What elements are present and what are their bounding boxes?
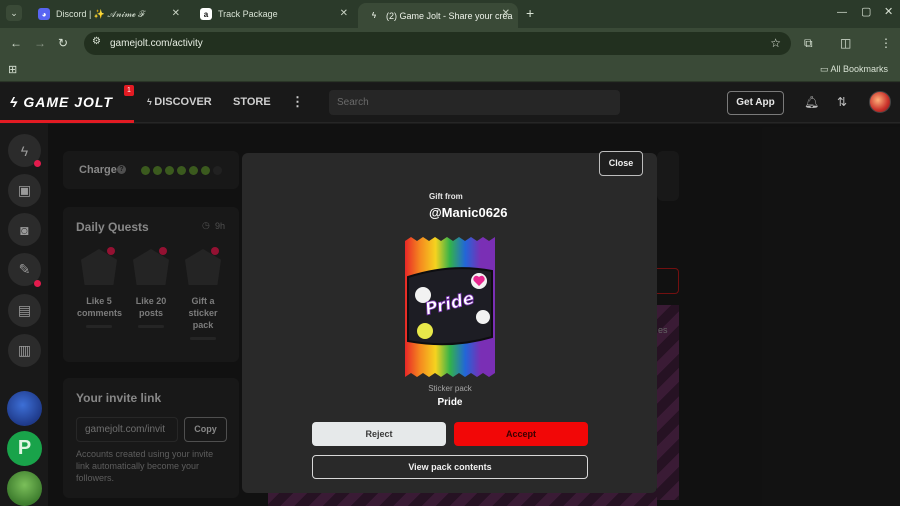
active-indicator: [0, 120, 134, 123]
nav-discover-label: DISCOVER: [154, 96, 212, 108]
tab-title: (2) Game Jolt - Share your crea: [386, 10, 513, 21]
tab-title: Track Package: [218, 9, 278, 19]
unread-dot: [34, 160, 41, 167]
close-window-icon[interactable]: ✕: [884, 5, 893, 19]
gamejolt-logo[interactable]: ϟ GAME JOLT: [10, 94, 113, 110]
notifications-bell-icon[interactable]: 🔔︎: [804, 95, 819, 109]
get-app-button[interactable]: Get App: [727, 91, 784, 115]
gamejolt-icon: ϟ: [371, 11, 377, 20]
close-tab-icon[interactable]: ✕: [502, 8, 510, 19]
gift-sender[interactable]: @Manic0626: [429, 205, 507, 220]
accept-button[interactable]: Accept: [454, 422, 588, 446]
rail-backpack-icon[interactable]: ◙: [8, 213, 41, 246]
bookmark-star-icon[interactable]: ☆: [770, 36, 781, 50]
amazon-icon: a: [200, 8, 212, 20]
pack-name: Pride: [437, 397, 463, 408]
tab-game-jolt[interactable]: ϟ (2) Game Jolt - Share your crea ✕: [358, 3, 518, 28]
rail-library-icon[interactable]: ▥: [8, 334, 41, 367]
close-tab-icon[interactable]: ✕: [172, 8, 180, 19]
close-button[interactable]: Close: [599, 151, 643, 176]
all-bookmarks[interactable]: ▭ All Bookmarks: [820, 64, 888, 75]
folder-icon: ▭: [820, 64, 829, 74]
friend-requests-icon[interactable]: ⇅: [837, 95, 847, 109]
tab-title: Discord | ✨ 𝒜𝓃𝒾𝓂ℯ ℱ: [56, 8, 145, 19]
browser-menu-icon[interactable]: ⋮: [880, 36, 892, 50]
bolt-icon: ϟ: [10, 94, 24, 110]
all-bookmarks-label: All Bookmarks: [830, 64, 889, 74]
search-input[interactable]: Search: [329, 90, 620, 115]
reject-button[interactable]: Reject: [312, 422, 446, 446]
new-tab-button[interactable]: +: [526, 6, 534, 20]
sidepanel-icon[interactable]: ◫: [840, 36, 851, 50]
nav-more-icon[interactable]: ⋮: [291, 94, 304, 110]
community-avatar-sonic[interactable]: [7, 391, 42, 426]
sticker-pack-image[interactable]: Pride: [403, 237, 497, 377]
close-tab-icon[interactable]: ✕: [340, 8, 348, 19]
rail-chat-icon[interactable]: ▤: [8, 294, 41, 327]
logo-text: GAME JOLT: [23, 94, 113, 110]
notification-badge: 1: [124, 85, 134, 96]
maximize-icon[interactable]: ▢: [861, 5, 871, 19]
browser-tab-strip: ⌄ ◕ Discord | ✨ 𝒜𝓃𝒾𝓂ℯ ℱ ✕ a Track Packag…: [0, 0, 900, 28]
reload-icon[interactable]: ↻: [58, 36, 68, 50]
pride-pack-svg: Pride: [405, 237, 495, 377]
unread-dot: [34, 280, 41, 287]
forward-icon[interactable]: →: [34, 36, 46, 50]
community-avatar-p[interactable]: P: [7, 431, 42, 466]
sticker-face-2: [476, 310, 490, 324]
gift-from-label: Gift from: [429, 192, 463, 201]
community-avatar-pepe[interactable]: [7, 471, 42, 506]
nav-discover[interactable]: ϟ DISCOVER: [147, 96, 212, 108]
url-text: gamejolt.com/activity: [110, 38, 203, 49]
view-pack-contents-button[interactable]: View pack contents: [312, 455, 588, 479]
address-bar[interactable]: ⚙ gamejolt.com/activity ☆: [84, 32, 791, 55]
user-avatar[interactable]: [869, 91, 891, 113]
nav-store[interactable]: STORE: [233, 96, 271, 108]
tab-search-chevron-icon[interactable]: ⌄: [6, 5, 22, 21]
bookmarks-bar: ⊞ ▭ All Bookmarks: [0, 58, 900, 82]
pack-kind-label: Sticker pack: [428, 384, 472, 393]
back-icon[interactable]: ←: [10, 36, 22, 50]
extensions-icon[interactable]: ⧉: [804, 36, 813, 50]
tab-discord[interactable]: ◕ Discord | ✨ 𝒜𝓃𝒾𝓂ℯ ℱ ✕: [28, 3, 188, 25]
sticker-face-3: [417, 323, 433, 339]
tab-track-package[interactable]: a Track Package ✕: [190, 3, 356, 25]
discord-icon: ◕: [38, 8, 50, 20]
site-info-icon[interactable]: ⚙: [92, 36, 101, 47]
minimize-icon[interactable]: —: [837, 6, 847, 20]
rail-store-icon[interactable]: ▣: [8, 174, 41, 207]
apps-grid-icon[interactable]: ⊞: [8, 63, 17, 77]
